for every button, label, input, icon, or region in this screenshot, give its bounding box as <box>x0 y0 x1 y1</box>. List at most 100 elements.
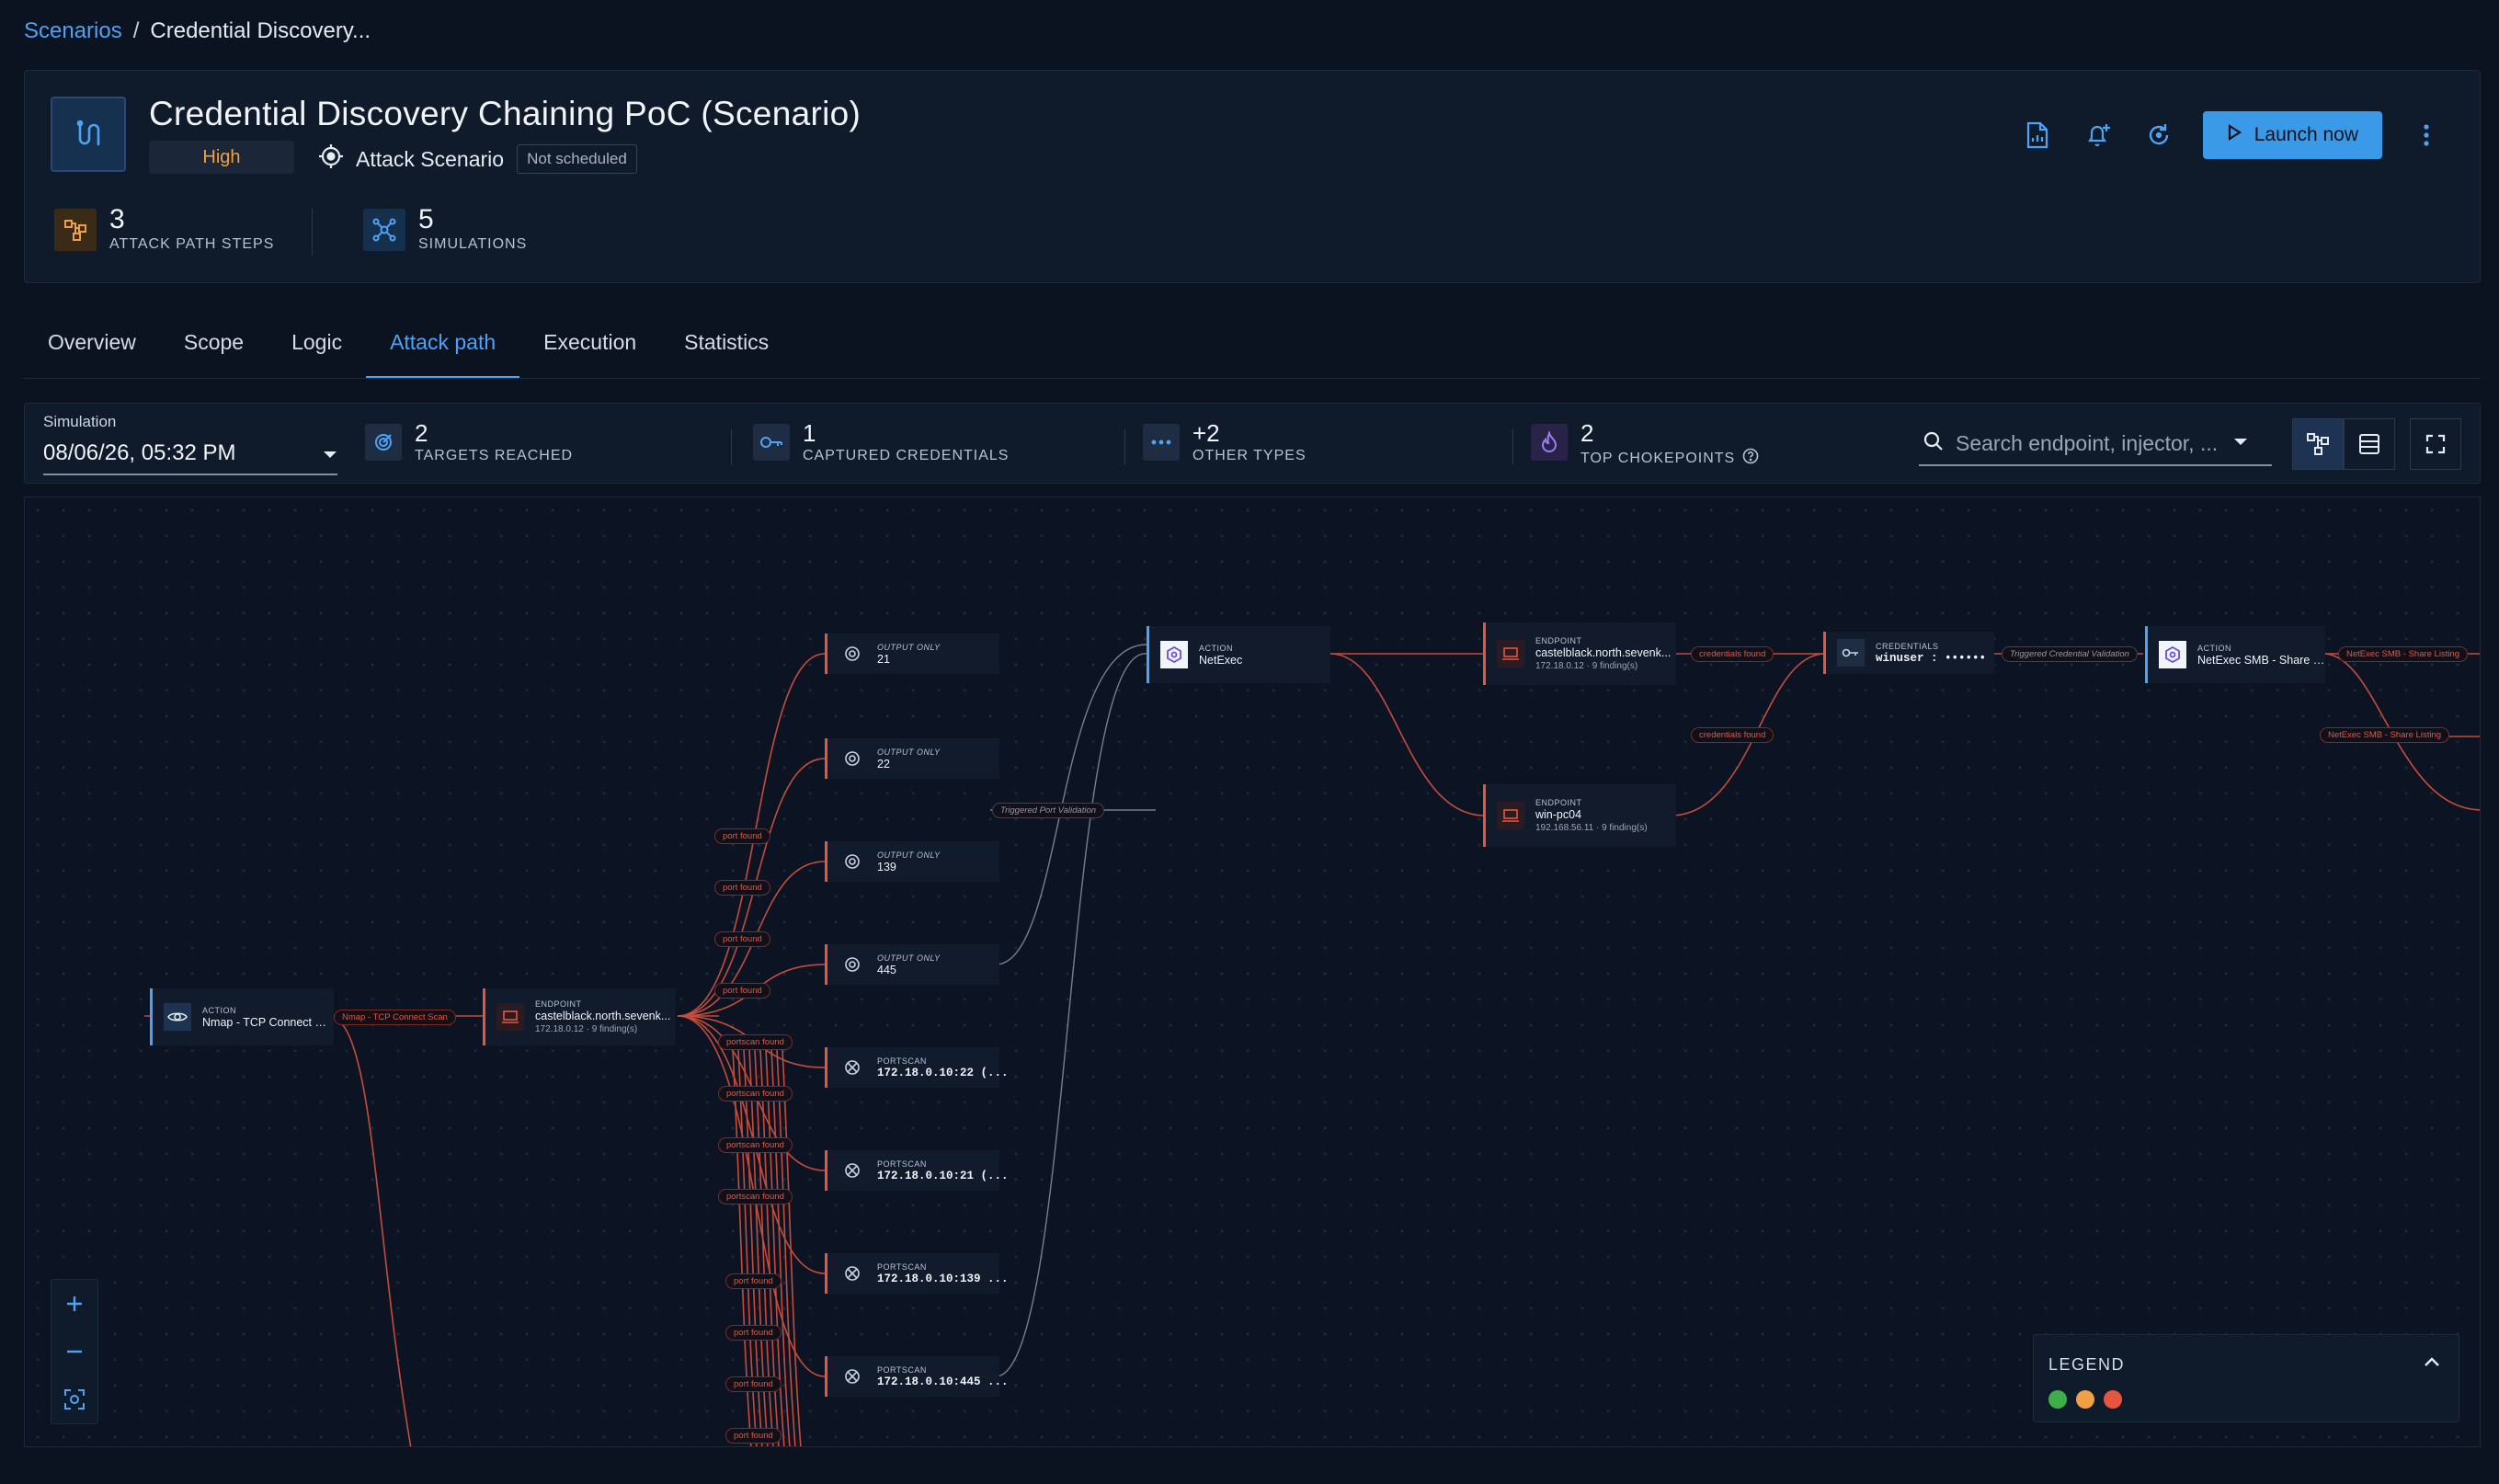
edge-label: Triggered Port Validation <box>992 803 1105 818</box>
fit-view-icon[interactable] <box>51 1376 97 1423</box>
search-input[interactable] <box>1956 430 2222 456</box>
key-icon <box>1837 639 1865 667</box>
chevron-up-icon[interactable] <box>2424 1355 2440 1372</box>
tab-scope[interactable]: Scope <box>160 305 268 379</box>
simulation-label: Simulation <box>43 413 117 430</box>
scenario-header: Credential Discovery Chaining PoC (Scena… <box>24 70 2481 283</box>
table-view-icon[interactable] <box>2344 418 2395 470</box>
laptop-icon <box>1497 802 1524 829</box>
node-kind: OUTPUT ONLY <box>877 953 941 963</box>
node-subtitle: 192.168.56.11 · 9 finding(s) <box>1535 823 1648 833</box>
node-output-21[interactable]: OUTPUT ONLY 21 <box>825 634 999 674</box>
port-icon <box>839 640 866 668</box>
node-name: winuser : •••••• <box>1876 651 1987 665</box>
node-kind: OUTPUT ONLY <box>877 642 941 652</box>
node-subtitle: 172.18.0.12 · 9 finding(s) <box>535 1024 638 1034</box>
node-output-445[interactable]: OUTPUT ONLY 445 <box>825 944 999 985</box>
node-endpoint-castelblack-2[interactable]: ENDPOINT castelblack.north.sevenk... 172.1… <box>1483 622 1676 685</box>
attack-path-toolbar: Simulation 08/06/26, 05:32 PM 2 TARGETS … <box>24 403 2481 484</box>
node-netexec-smb[interactable]: ACTION NetExec SMB - Share Li... <box>2145 626 2326 683</box>
node-credentials[interactable]: CREDENTIALS winuser : •••••• <box>1823 632 1994 674</box>
stat-label: OTHER TYPES <box>1192 448 1307 463</box>
kpi-label: SIMULATIONS <box>418 236 528 252</box>
edge-label: portscan found <box>718 1034 793 1050</box>
node-portscan-139[interactable]: PORTSCAN 172.18.0.10:139 ... <box>825 1253 1009 1294</box>
refresh-icon[interactable] <box>2142 119 2175 152</box>
node-output-22[interactable]: OUTPUT ONLY 22 <box>825 738 999 779</box>
add-notification-icon[interactable] <box>2082 119 2115 152</box>
node-endpoint-castelblack[interactable]: ENDPOINT castelblack.north.sevenk... 172… <box>483 988 676 1045</box>
tab-statistics[interactable]: Statistics <box>660 305 793 379</box>
stat-value: 2 <box>1580 419 1594 447</box>
node-name: castelblack.north.sevenk... <box>1535 646 1672 659</box>
target-icon <box>317 143 345 176</box>
node-name: 21 <box>877 652 890 666</box>
node-portscan-445[interactable]: PORTSCAN 172.18.0.10:445 ... <box>825 1356 1009 1397</box>
node-kind: PORTSCAN <box>877 1056 927 1066</box>
node-kind: OUTPUT ONLY <box>877 850 941 860</box>
simulation-select[interactable]: Simulation 08/06/26, 05:32 PM <box>43 413 337 475</box>
kpi-value: 3 <box>109 204 125 234</box>
kpi-attack-path-steps: 3 ATTACK PATH STEPS <box>54 205 274 253</box>
scenario-icon <box>51 97 126 172</box>
port-icon <box>839 951 866 978</box>
page-title: Credential Discovery Chaining PoC (Scena… <box>149 95 862 132</box>
header-actions: Launch now <box>2021 111 2443 159</box>
stat-value: 2 <box>415 419 428 447</box>
node-name: 445 <box>877 963 896 976</box>
edge-label: port found <box>714 828 770 844</box>
scenario-type: Attack Scenario Not scheduled <box>317 143 637 176</box>
node-name: NetExec SMB - Share Li... <box>2197 653 2326 667</box>
node-netexec[interactable]: ACTION NetExec <box>1147 626 1330 683</box>
report-icon[interactable] <box>2021 119 2054 152</box>
attack-path-graph[interactable]: ACTION Nmap - TCP Connect S... Nmap - TC… <box>24 497 2481 1447</box>
node-portscan-22[interactable]: PORTSCAN 172.18.0.10:22 (... <box>825 1047 1009 1088</box>
stat-label: TARGETS REACHED <box>415 448 574 463</box>
node-name: 172.18.0.10:21 (... <box>877 1169 1009 1182</box>
stat-divider <box>1124 429 1125 464</box>
legend-dot-red <box>2104 1390 2122 1409</box>
kpi-label: ATTACK PATH STEPS <box>109 236 275 252</box>
node-kind: OUTPUT ONLY <box>877 747 941 757</box>
fullscreen-icon[interactable] <box>2410 418 2461 470</box>
radar-icon <box>839 1054 866 1081</box>
ellipsis-icon <box>1143 424 1180 461</box>
node-kind: ENDPOINT <box>1535 636 1582 645</box>
edge-label: port found <box>725 1325 782 1341</box>
port-icon <box>839 848 866 875</box>
node-kind: PORTSCAN <box>877 1261 927 1272</box>
tab-execution[interactable]: Execution <box>519 305 660 379</box>
edge-label: portscan found <box>718 1086 793 1102</box>
edge-label: port found <box>725 1428 782 1444</box>
node-name: 172.18.0.10:445 ... <box>877 1375 1009 1388</box>
zoom-in-icon[interactable] <box>51 1280 97 1328</box>
view-toggle <box>2292 418 2395 470</box>
tab-logic[interactable]: Logic <box>268 305 366 379</box>
more-options-icon[interactable] <box>2410 119 2443 152</box>
edge-label: portscan found <box>718 1137 793 1153</box>
key-icon <box>753 424 790 461</box>
node-name: 22 <box>877 757 890 771</box>
search-icon <box>1923 430 1945 457</box>
tab-overview[interactable]: Overview <box>24 305 160 379</box>
node-nmap[interactable]: ACTION Nmap - TCP Connect S... <box>150 988 334 1045</box>
kpi-value: 5 <box>418 204 434 234</box>
edge-label: port found <box>714 880 770 896</box>
help-icon[interactable] <box>1742 448 1759 469</box>
tab-attack-path[interactable]: Attack path <box>366 305 520 379</box>
edge <box>995 653 1147 1377</box>
node-endpoint-win-pc04[interactable]: ENDPOINT win-pc04 192.168.56.11 · 9 findin… <box>1483 784 1676 847</box>
node-name: castelblack.north.sevenk... <box>535 1010 671 1022</box>
launch-now-button[interactable]: Launch now <box>2202 111 2382 159</box>
breadcrumb-scenarios-link[interactable]: Scenarios <box>24 18 122 44</box>
node-output-139[interactable]: OUTPUT ONLY 139 <box>825 841 999 882</box>
tab-divider <box>24 378 2481 379</box>
caret-down-icon[interactable] <box>2233 435 2248 451</box>
zoom-out-icon[interactable] <box>51 1328 97 1376</box>
play-icon <box>2227 123 2242 146</box>
node-portscan-21[interactable]: PORTSCAN 172.18.0.10:21 (... <box>825 1150 1009 1191</box>
legend-title: LEGEND <box>2048 1355 2126 1374</box>
zoom-controls <box>51 1279 98 1424</box>
legend-dot-green <box>2048 1390 2067 1409</box>
graph-view-icon[interactable] <box>2292 418 2344 470</box>
